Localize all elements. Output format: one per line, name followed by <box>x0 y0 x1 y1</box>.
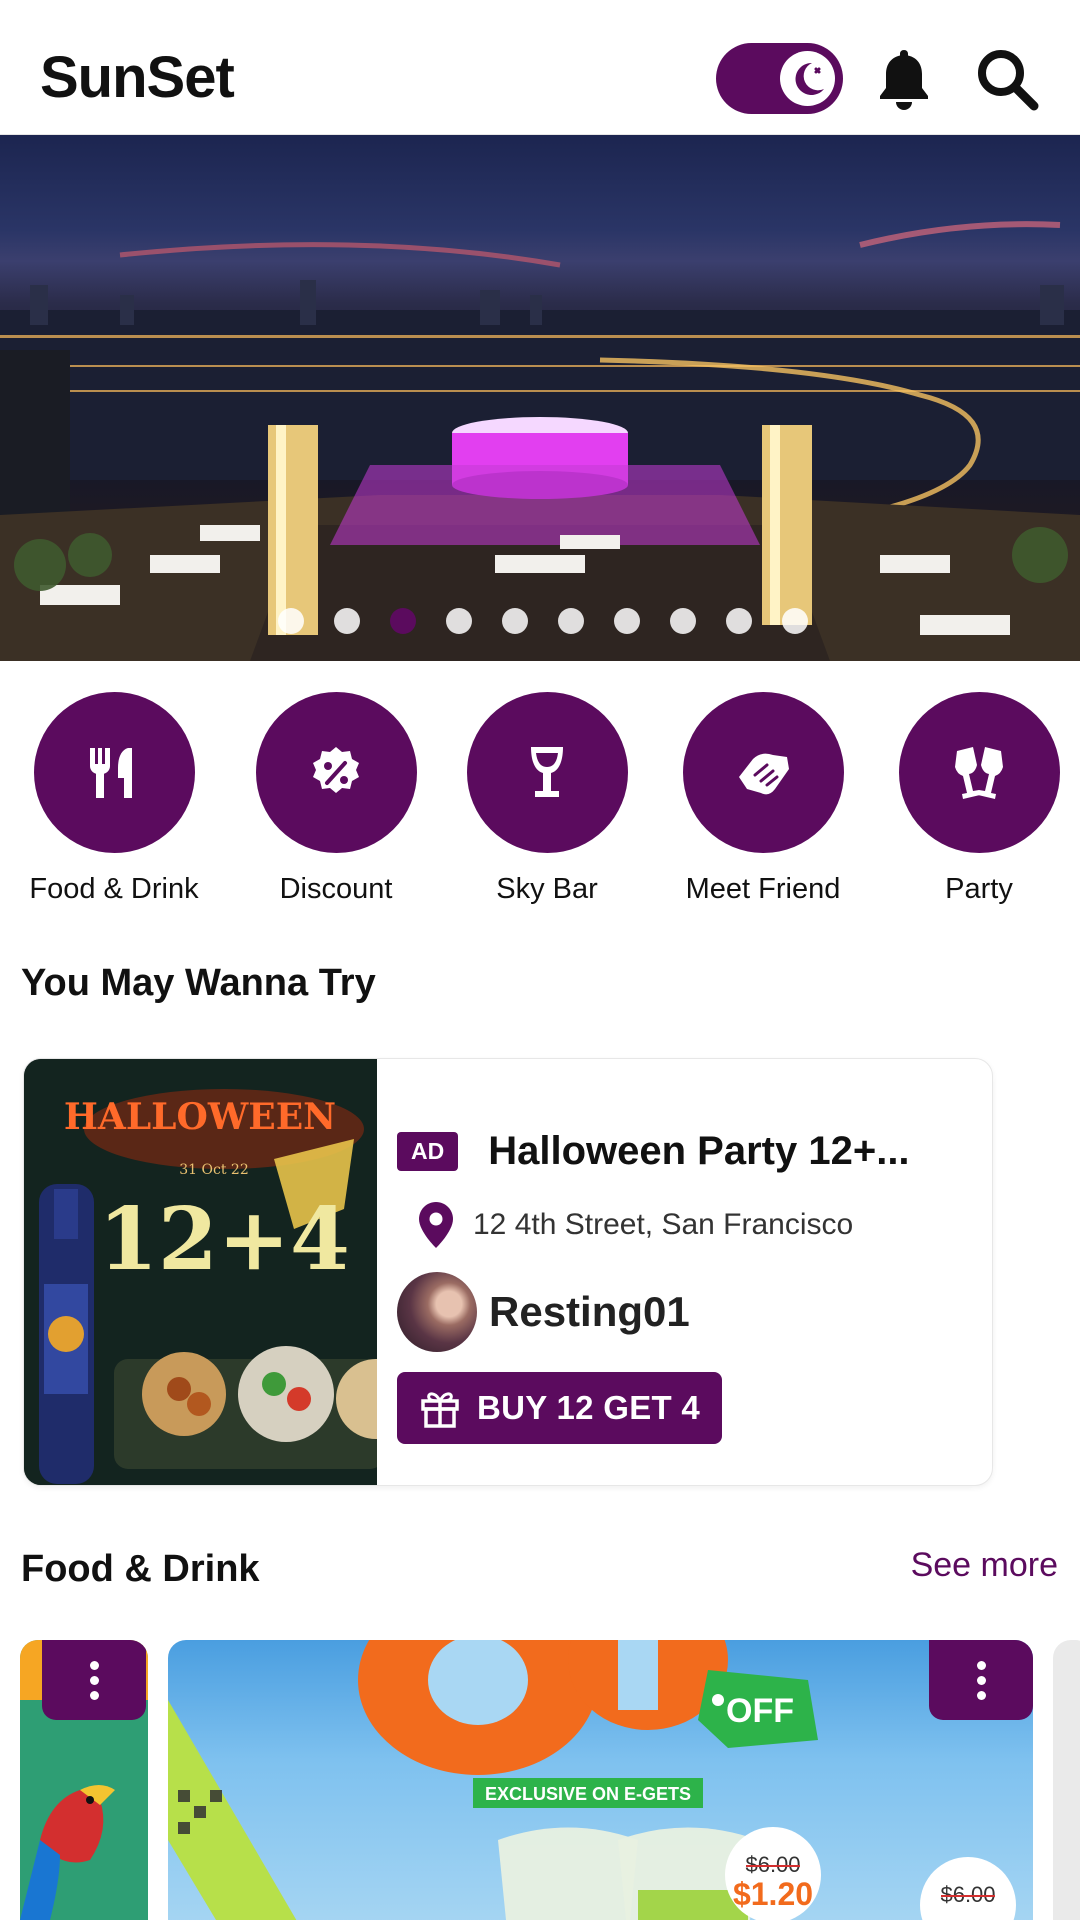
category-sky-bar[interactable]: Sky Bar <box>447 692 647 906</box>
carousel-dot[interactable] <box>726 608 752 634</box>
category-meet-friend[interactable]: Meet Friend <box>663 692 863 906</box>
promo-button[interactable]: BUY 12 GET 4 <box>397 1372 723 1444</box>
carousel-dot[interactable] <box>670 608 696 634</box>
ad-user-row[interactable]: Resting01 <box>397 1272 982 1352</box>
bell-icon[interactable] <box>874 46 934 112</box>
hero-carousel[interactable] <box>0 135 1080 661</box>
wine-glass-icon <box>466 692 628 853</box>
promo-old-price: $6.00 <box>745 1852 800 1877</box>
handshake-icon <box>682 692 844 853</box>
card-menu-button[interactable] <box>42 1640 146 1720</box>
promo-exclusive-text: EXCLUSIVE ON E-GETS <box>485 1784 691 1804</box>
ad-location-row: 12 4th Street, San Francisco <box>417 1200 982 1250</box>
carousel-dot-active[interactable] <box>390 608 416 634</box>
theme-toggle[interactable] <box>716 43 843 114</box>
ad-image-offer: 12+4 <box>98 1189 350 1290</box>
promo-old-price-2: $6.00 <box>940 1882 995 1907</box>
food-drink-card[interactable] <box>20 1640 148 1920</box>
carousel-dot[interactable] <box>782 608 808 634</box>
gift-icon <box>421 1392 459 1428</box>
carousel-dot[interactable] <box>334 608 360 634</box>
moon-star-icon <box>780 51 835 106</box>
category-discount[interactable]: Discount <box>236 692 436 906</box>
kebab-menu-icon <box>89 1660 99 1700</box>
ad-username: Resting01 <box>489 1288 690 1335</box>
food-drink-card[interactable]: OFF EXCLUSIVE ON E-GETS $6.00 $1.20 $6.0… <box>168 1640 1033 1920</box>
category-food-drink[interactable]: Food & Drink <box>14 692 214 906</box>
food-drink-card-image: OFF EXCLUSIVE ON E-GETS $6.00 $1.20 $6.0… <box>168 1640 1016 1920</box>
carousel-dot[interactable] <box>614 608 640 634</box>
category-row: Food & Drink Discount Sky Bar Meet Frien… <box>0 692 1080 912</box>
cheers-icon <box>898 692 1060 853</box>
carousel-dot[interactable] <box>502 608 528 634</box>
ad-badge: AD <box>397 1132 459 1171</box>
category-party[interactable]: Party <box>879 692 1079 906</box>
hero-image <box>0 221 1080 661</box>
carousel-dot[interactable] <box>558 608 584 634</box>
app-title: SunSet <box>40 45 235 110</box>
promo-new-price: $1.20 <box>733 1876 813 1912</box>
carousel-dot[interactable] <box>278 608 304 634</box>
promo-off-text: OFF <box>726 1692 794 1730</box>
carousel-dot[interactable] <box>446 608 472 634</box>
ad-location: 12 4th Street, San Francisco <box>473 1208 854 1241</box>
section-title-food-drink: Food & Drink <box>21 1548 260 1590</box>
carousel-dots <box>0 608 1080 634</box>
ad-image-headline: HALLOWEEN <box>64 1096 336 1138</box>
search-icon[interactable] <box>974 46 1040 112</box>
app-header: SunSet <box>0 0 1080 135</box>
food-drink-card-peek[interactable] <box>1053 1640 1080 1920</box>
see-more-link[interactable]: See more <box>911 1546 1058 1585</box>
ad-title-row: AD Halloween Party 12+... <box>397 1129 982 1174</box>
location-pin-icon <box>419 1202 453 1248</box>
ad-image-date: 31 Oct 22 <box>179 1162 248 1178</box>
promo-label: BUY 12 GET 4 <box>477 1389 701 1426</box>
percent-badge-icon <box>255 692 417 853</box>
ad-card-image: HALLOWEEN 31 Oct 22 12+4 <box>24 1059 377 1485</box>
ad-title[interactable]: Halloween Party 12+... <box>488 1129 909 1174</box>
section-title-try: You May Wanna Try <box>21 962 376 1004</box>
avatar <box>397 1272 477 1352</box>
kebab-menu-icon <box>976 1660 986 1700</box>
fork-knife-icon <box>33 692 195 853</box>
card-menu-button[interactable] <box>929 1640 1033 1720</box>
ad-card-body: AD Halloween Party 12+... 12 4th Street,… <box>397 1129 982 1444</box>
food-drink-carousel[interactable]: OFF EXCLUSIVE ON E-GETS $6.00 $1.20 $6.0… <box>0 1640 1080 1920</box>
ad-card[interactable]: HALLOWEEN 31 Oct 22 12+4 AD Halloween Pa… <box>23 1058 993 1486</box>
